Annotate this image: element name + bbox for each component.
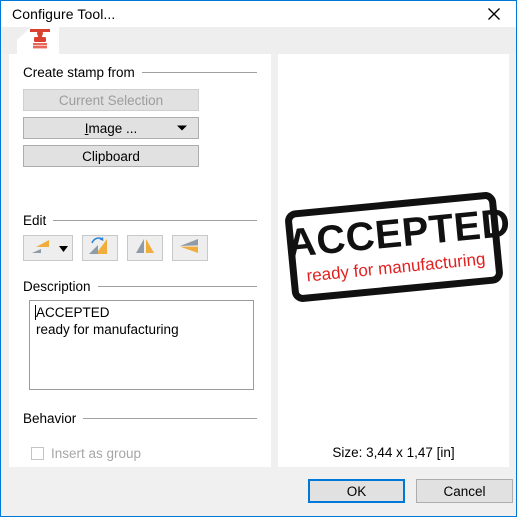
- cancel-label: Cancel: [443, 483, 486, 499]
- insert-as-group-label: Insert as group: [51, 446, 142, 461]
- tab-stamp[interactable]: [17, 27, 59, 54]
- insert-as-group-checkbox-row[interactable]: Insert as group: [31, 446, 141, 461]
- group-divider: [97, 285, 257, 287]
- chevron-down-icon: [177, 125, 187, 131]
- titlebar: Configure Tool...: [1, 1, 516, 27]
- create-stamp-from-group: Create stamp from: [9, 64, 271, 80]
- tab-strip: [2, 27, 516, 54]
- settings-panel: Create stamp from Current Selection Imag…: [9, 54, 271, 468]
- flip-vertical-tool-button[interactable]: [127, 235, 163, 261]
- description-input[interactable]: ACCEPTED ready for manufacturing: [29, 300, 254, 390]
- create-stamp-from-label: Create stamp from: [23, 64, 135, 80]
- insert-as-group-checkbox[interactable]: [31, 447, 44, 460]
- close-button[interactable]: [471, 1, 516, 27]
- rotate-icon: [87, 236, 113, 261]
- description-group: Description: [9, 278, 271, 294]
- description-value: ACCEPTED ready for manufacturing: [36, 305, 179, 337]
- current-selection-button[interactable]: Current Selection: [23, 89, 199, 111]
- preview-panel: ACCEPTED ready for manufacturing Size: 3…: [278, 54, 512, 468]
- edit-group: Edit: [9, 212, 271, 228]
- text-caret: [35, 305, 36, 320]
- stamp-artwork: ACCEPTED ready for manufacturing: [283, 190, 512, 303]
- group-divider: [83, 417, 257, 419]
- stamp-preview: ACCEPTED ready for manufacturing: [278, 54, 512, 439]
- close-icon: [487, 7, 501, 21]
- size-label: Size: 3,44 x 1,47 [in]: [332, 445, 455, 460]
- clipboard-label: Clipboard: [82, 148, 140, 164]
- image-label: Image ...: [84, 120, 138, 136]
- create-stamp-from-header: Create stamp from: [9, 64, 271, 80]
- behavior-header: Behavior: [9, 410, 271, 426]
- edit-header: Edit: [9, 212, 271, 228]
- flip-vertical-icon: [132, 236, 158, 261]
- clipboard-button[interactable]: Clipboard: [23, 145, 199, 167]
- resize-tool-button[interactable]: [23, 235, 73, 261]
- flip-horizontal-icon: [177, 236, 203, 261]
- edit-label: Edit: [23, 212, 47, 228]
- behavior-group: Behavior: [9, 410, 271, 426]
- group-divider: [53, 219, 257, 221]
- current-selection-label: Current Selection: [58, 92, 164, 108]
- configure-tool-dialog: Configure Tool... Create stamp from Curr…: [0, 0, 517, 517]
- ok-label: OK: [346, 483, 367, 499]
- ok-button[interactable]: OK: [308, 479, 405, 503]
- resize-icon: [28, 237, 52, 260]
- window-title: Configure Tool...: [12, 6, 116, 22]
- chevron-down-icon: [59, 239, 68, 257]
- dialog-footer: OK Cancel: [2, 467, 516, 515]
- description-header: Description: [9, 278, 271, 294]
- group-divider: [141, 71, 257, 73]
- stamp-icon: [27, 28, 53, 55]
- behavior-label: Behavior: [23, 410, 77, 426]
- rotate-tool-button[interactable]: [82, 235, 118, 261]
- image-button[interactable]: Image ...: [23, 117, 199, 139]
- cancel-button[interactable]: Cancel: [416, 479, 513, 503]
- flip-horizontal-tool-button[interactable]: [172, 235, 208, 261]
- description-label: Description: [23, 278, 91, 294]
